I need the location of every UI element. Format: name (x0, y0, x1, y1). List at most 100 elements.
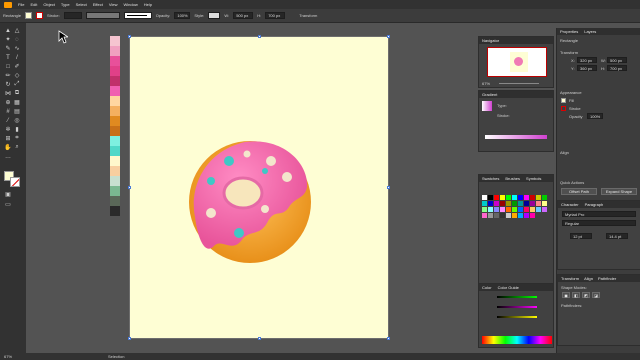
menu-effect[interactable]: Effect (93, 2, 103, 7)
stroke-swatch[interactable] (36, 12, 44, 19)
swatch-chip[interactable] (494, 201, 499, 206)
menu-object[interactable]: Object (43, 2, 55, 7)
opacity-field[interactable]: 100% (587, 113, 603, 119)
color-swatch[interactable] (110, 36, 120, 46)
variable-width-field[interactable] (85, 12, 120, 19)
lasso-tool-icon[interactable]: ◌ (13, 36, 21, 43)
color-swatch[interactable] (110, 86, 120, 96)
shaper-tool-icon[interactable]: ✏ (4, 72, 12, 79)
swatch-chip[interactable] (530, 201, 535, 206)
swatch-chip[interactable] (512, 213, 517, 218)
expand-shape-button[interactable]: Expand Shape (601, 188, 637, 195)
curvature-tool-icon[interactable]: ∿ (13, 45, 21, 52)
opacity-field[interactable]: 100% (174, 12, 191, 19)
swatch-chip[interactable] (506, 207, 511, 212)
menu-file[interactable]: File (18, 2, 24, 7)
exclude-icon[interactable]: ◪ (592, 292, 600, 298)
swatch-chip[interactable] (542, 195, 547, 200)
intersect-icon[interactable]: ◩ (582, 292, 590, 298)
swatch-chip[interactable] (512, 195, 517, 200)
swatch-chip[interactable] (506, 201, 511, 206)
tab-transform[interactable]: Transform (561, 276, 579, 281)
swatch-chip[interactable] (518, 213, 523, 218)
style-field[interactable] (208, 12, 221, 19)
selection-handle-top-center[interactable] (258, 35, 261, 38)
navigator-zoom[interactable]: 67% (482, 81, 490, 86)
eraser-tool-icon[interactable]: ◇ (13, 72, 21, 79)
color-swatch[interactable] (110, 146, 120, 156)
swatch-chip[interactable] (482, 195, 487, 200)
swatch-chip[interactable] (500, 195, 505, 200)
menu-window[interactable]: Window (123, 2, 137, 7)
height-field[interactable]: 700 px (265, 12, 286, 19)
opacity-label[interactable]: Opacity (569, 114, 583, 119)
color-slider-magenta[interactable] (497, 306, 537, 308)
w-field[interactable]: 500 px (607, 57, 627, 63)
tab-color-guide[interactable]: Color Guide (498, 285, 519, 290)
swatch-chip[interactable] (524, 195, 529, 200)
swatch-chip[interactable] (518, 201, 523, 206)
mesh-tool-icon[interactable]: # (4, 108, 12, 115)
menu-view[interactable]: View (109, 2, 118, 7)
artboard-tool-icon[interactable]: ⊞ (4, 135, 12, 142)
selection-handle-middle-right[interactable] (387, 186, 390, 189)
swatch-chip[interactable] (506, 213, 511, 218)
gradient-preview[interactable] (482, 101, 492, 111)
swatch-chip[interactable] (494, 207, 499, 212)
swatch-chip[interactable] (488, 201, 493, 206)
h-field[interactable]: 700 px (607, 65, 627, 71)
fill-swatch[interactable] (25, 12, 33, 19)
x-field[interactable]: 320 px (577, 57, 597, 63)
menu-type[interactable]: Type (61, 2, 70, 7)
rotate-tool-icon[interactable]: ↻ (4, 81, 12, 88)
selection-handle-bottom-left[interactable] (128, 337, 131, 340)
swatch-chip[interactable] (530, 195, 535, 200)
zoom-tool-icon[interactable]: ⌕ (13, 144, 21, 151)
rectangle-tool-icon[interactable]: □ (4, 63, 12, 70)
navigator-zoom-slider[interactable] (499, 83, 539, 84)
swatch-chip[interactable] (512, 201, 517, 206)
selection-tool-icon[interactable]: ▲ (4, 27, 12, 34)
fill-swatch-small[interactable] (561, 98, 566, 103)
swatch-chip[interactable] (524, 213, 529, 218)
tab-character[interactable]: Character (561, 202, 579, 207)
tab-pathfinder[interactable]: Pathfinder (598, 276, 616, 281)
color-swatch[interactable] (110, 76, 120, 86)
color-swatch[interactable] (110, 66, 120, 76)
free-transform-tool-icon[interactable]: ⧉ (13, 90, 21, 97)
selection-handle-middle-left[interactable] (128, 186, 131, 189)
minus-front-icon[interactable]: ◧ (572, 292, 580, 298)
hand-tool-icon[interactable]: ✋ (4, 144, 12, 151)
navigator-tab[interactable]: Navigator (482, 38, 499, 43)
menu-help[interactable]: Help (144, 2, 152, 7)
swatch-chip[interactable] (500, 213, 505, 218)
paintbrush-tool-icon[interactable]: ✐ (13, 63, 21, 70)
navigator-preview[interactable] (487, 47, 547, 77)
swatch-chip[interactable] (524, 207, 529, 212)
color-spectrum[interactable] (482, 336, 552, 344)
blend-tool-icon[interactable]: ◎ (13, 117, 21, 124)
leading-field[interactable]: 14.4 pt (606, 233, 628, 239)
more-tools-icon[interactable]: … (4, 153, 12, 160)
swatch-chip[interactable] (494, 195, 499, 200)
color-swatch[interactable] (110, 56, 120, 66)
stroke-label[interactable]: Stroke (569, 106, 581, 111)
swatch-chip[interactable] (518, 207, 523, 212)
tab-symbols[interactable]: Symbols (526, 176, 541, 181)
swatch-chip[interactable] (536, 207, 541, 212)
selection-handle-bottom-center[interactable] (258, 337, 261, 340)
perspective-grid-tool-icon[interactable]: ▦ (13, 99, 21, 106)
swatch-chip[interactable] (488, 207, 493, 212)
color-swatch[interactable] (110, 46, 120, 56)
swatch-chip[interactable] (518, 195, 523, 200)
type-tool-icon[interactable]: T (4, 54, 12, 61)
color-swatch[interactable] (110, 136, 120, 146)
tab-paragraph[interactable]: Paragraph (585, 202, 604, 207)
swatch-chip[interactable] (482, 201, 487, 206)
color-swatch[interactable] (110, 156, 120, 166)
swatch-chip[interactable] (530, 213, 535, 218)
swatch-chip[interactable] (512, 207, 517, 212)
color-swatch[interactable] (110, 176, 120, 186)
tab-brushes[interactable]: Brushes (505, 176, 520, 181)
slice-tool-icon[interactable]: ⌗ (13, 135, 21, 142)
